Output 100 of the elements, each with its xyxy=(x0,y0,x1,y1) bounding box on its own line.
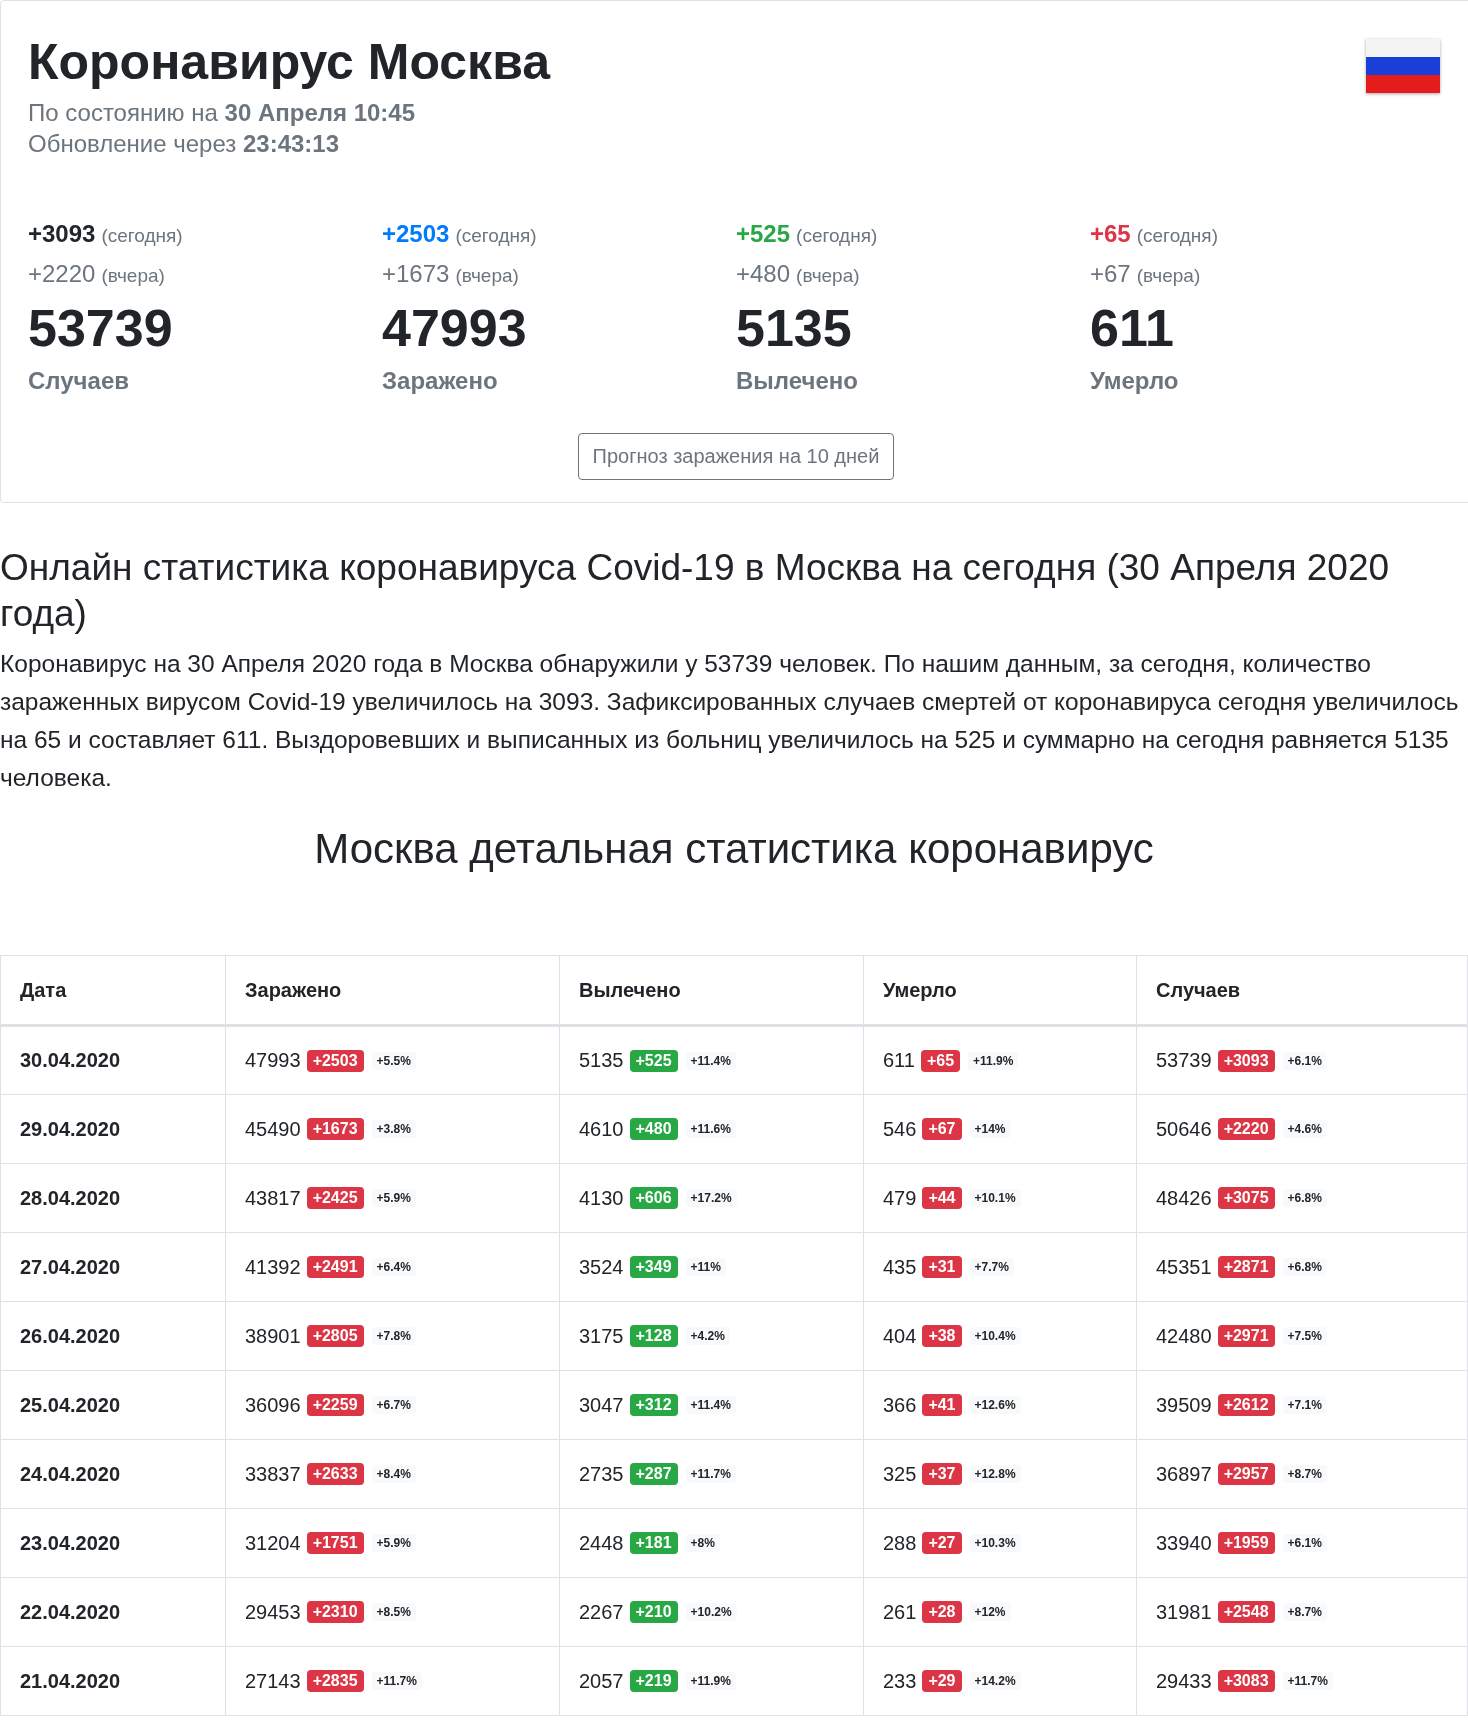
delta-badge: +1751 xyxy=(306,1532,364,1554)
delta-badge: +480 xyxy=(629,1118,678,1140)
percent-badge: +6.8% xyxy=(1282,1258,1327,1276)
delta-badge: +525 xyxy=(629,1049,678,1072)
delta-badge: +41 xyxy=(922,1394,962,1416)
percent-badge: +4.6% xyxy=(1282,1120,1327,1138)
delta-badge: +2220 xyxy=(1217,1118,1275,1140)
percent-badge: +14.2% xyxy=(969,1672,1021,1690)
delta-badge: +312 xyxy=(629,1394,678,1416)
percent-badge: +7.1% xyxy=(1282,1396,1327,1414)
cell-value: 2735 xyxy=(579,1462,624,1486)
percent-badge: +6.8% xyxy=(1282,1189,1327,1207)
count-note: (сегодня) xyxy=(1136,225,1218,246)
date-cell: 21.04.2020 xyxy=(0,1646,226,1716)
date-cell: 23.04.2020 xyxy=(0,1508,226,1578)
date-cell: 26.04.2020 xyxy=(0,1301,226,1371)
delta-badge: +65 xyxy=(920,1049,961,1072)
delta-badge: +2612 xyxy=(1217,1394,1275,1416)
table-title: Москва детальная статистика коронавирус xyxy=(313,825,1155,873)
delta-badge: +2425 xyxy=(306,1187,364,1209)
total-count: 47993 xyxy=(382,298,528,359)
percent-badge: +5.9% xyxy=(371,1534,416,1552)
yesterday-count: +67 xyxy=(1090,260,1131,287)
percent-badge: +5.5% xyxy=(371,1051,416,1070)
total-count: 611 xyxy=(1090,298,1175,359)
cell-value: 2267 xyxy=(579,1600,624,1624)
percent-badge: +8.4% xyxy=(371,1465,416,1483)
cell-value: 36096 xyxy=(245,1393,301,1417)
percent-badge: +11.9% xyxy=(685,1672,736,1690)
cell-value: 2057 xyxy=(579,1669,624,1693)
percent-badge: +6.7% xyxy=(371,1396,416,1414)
percent-badge: +17.2% xyxy=(685,1189,737,1207)
date-cell: 24.04.2020 xyxy=(0,1439,226,1509)
today-count: +525 xyxy=(736,220,791,247)
update-text: Обновление через 23:43:13 xyxy=(28,129,340,159)
delta-badge: +3075 xyxy=(1217,1187,1275,1209)
percent-badge: +11.6% xyxy=(685,1120,736,1138)
today-count: +3093 xyxy=(28,220,96,247)
cell-value: 33837 xyxy=(245,1462,301,1486)
percent-badge: +14% xyxy=(969,1120,1011,1138)
percent-badge: +8.7% xyxy=(1282,1465,1327,1483)
delta-badge: +219 xyxy=(629,1670,678,1692)
delta-badge: +2971 xyxy=(1217,1325,1275,1347)
percent-badge: +11% xyxy=(685,1258,726,1276)
forecast-button[interactable]: Прогноз заражения на 10 дней xyxy=(577,433,895,480)
page-title: Коронавирус Москва xyxy=(28,33,551,91)
delta-badge: +606 xyxy=(629,1187,678,1209)
delta-badge: +128 xyxy=(629,1325,678,1347)
percent-badge: +11.4% xyxy=(685,1396,736,1414)
percent-badge: +6.1% xyxy=(1282,1051,1327,1070)
percent-badge: +5.9% xyxy=(371,1189,416,1207)
cell-value: 4610 xyxy=(579,1117,624,1141)
yesterday-count: +2220 xyxy=(28,260,96,287)
column-header: Дата xyxy=(0,955,226,1026)
delta-badge: +2805 xyxy=(306,1325,364,1347)
count-label: Умерло xyxy=(1090,367,1180,395)
percent-badge: +12.6% xyxy=(969,1396,1021,1414)
delta-badge: +1673 xyxy=(306,1118,364,1140)
delta-badge: +28 xyxy=(922,1601,962,1623)
percent-badge: +11.7% xyxy=(685,1465,736,1483)
percent-badge: +11.4% xyxy=(685,1051,736,1070)
column-header: Случаев xyxy=(1136,955,1468,1026)
percent-badge: +10.4% xyxy=(969,1327,1021,1345)
count-note: (вчера) xyxy=(1136,265,1201,286)
yesterday-count: +480 xyxy=(736,260,791,287)
article-text: Коронавирус на 30 Апреля 2020 года в Москва обнаружили у 53739 человек. По нашим данным, за сегодня, количество зараженных вирусом Covid-19 увеличилось на 3093. Зафиксированных случаев смертей от коронавируса сегодня увеличилось на 65 и составляет 611. Выздоровевших и выписанных из больниц увеличилось на 525 и суммарно на сегодня равняется 5135 человека. xyxy=(0,649,1460,793)
count-note: (вчера) xyxy=(455,265,519,286)
cell-value: 546 xyxy=(883,1117,917,1141)
column-header: Умерло xyxy=(863,955,1137,1026)
cell-value: 31204 xyxy=(245,1531,301,1555)
cell-value: 50646 xyxy=(1156,1117,1212,1141)
cell-value: 53739 xyxy=(1156,1049,1212,1072)
delta-badge: +3083 xyxy=(1217,1670,1275,1692)
cell-value: 479 xyxy=(883,1186,917,1210)
delta-badge: +27 xyxy=(922,1532,962,1554)
cell-value: 404 xyxy=(883,1324,917,1348)
delta-badge: +31 xyxy=(922,1256,962,1278)
date-cell: 27.04.2020 xyxy=(0,1232,226,1302)
count-note: (сегодня) xyxy=(796,225,878,246)
count-label: Случаев xyxy=(28,367,130,395)
cell-value: 288 xyxy=(883,1531,917,1555)
cell-value: 611 xyxy=(883,1049,915,1072)
date-cell: 29.04.2020 xyxy=(0,1094,226,1164)
flag-icon xyxy=(1366,39,1440,93)
percent-badge: +7.5% xyxy=(1282,1327,1327,1345)
cell-value: 43817 xyxy=(245,1186,301,1210)
delta-badge: +2548 xyxy=(1217,1601,1275,1623)
delta-badge: +3093 xyxy=(1217,1049,1275,1072)
delta-badge: +349 xyxy=(629,1256,678,1278)
delta-badge: +2259 xyxy=(306,1394,364,1416)
percent-badge: +11.9% xyxy=(968,1051,1019,1070)
cell-value: 5135 xyxy=(579,1049,624,1072)
delta-badge: +210 xyxy=(629,1601,678,1623)
date-cell: 30.04.2020 xyxy=(0,1025,226,1095)
delta-badge: +2310 xyxy=(306,1601,364,1623)
percent-badge: +6.1% xyxy=(1282,1534,1327,1552)
percent-badge: +11.7% xyxy=(1282,1672,1333,1690)
column-header: Вылечено xyxy=(559,955,864,1026)
cell-value: 29453 xyxy=(245,1600,301,1624)
status-text: По состоянию на 30 Апреля 10:45 xyxy=(28,98,417,128)
